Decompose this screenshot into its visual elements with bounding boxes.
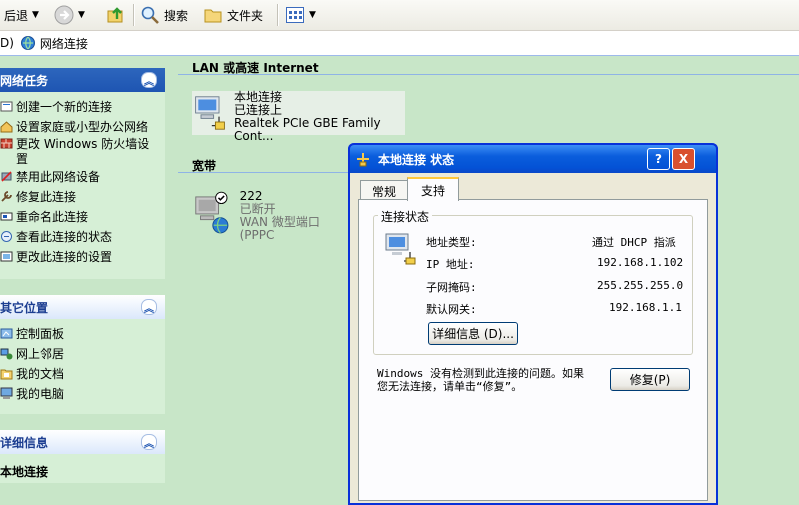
new-connection-icon (0, 101, 13, 111)
repair-button[interactable]: 修复(P) (610, 368, 690, 391)
up-folder-icon (107, 7, 123, 23)
subnet-mask-value: 255.255.255.0 (597, 279, 684, 292)
task-setup-home-network[interactable]: 设置家庭或小型办公网络 (0, 116, 165, 136)
tab-support[interactable]: 支持 (407, 177, 459, 201)
disable-device-icon (1, 170, 12, 182)
network-connections-icon (20, 36, 35, 50)
views-grid-icon (286, 7, 304, 23)
other-places-header[interactable]: 其它位置 ︽ (0, 295, 165, 319)
task-view-status[interactable]: 查看此连接的状态 (0, 226, 165, 246)
connection-status-dialog: 本地连接 状态 ? X 常规 支持 连接状态 地址类型: 通过 DHCP 指派 … (348, 143, 718, 505)
connection-status-group: 连接状态 地址类型: 通过 DHCP 指派 IP 地址: 192.168.1.1… (373, 208, 693, 355)
network-tasks-pane: 网络任务 ︽ 创建一个新的连接 设置家庭或小型办公网络 更改 Windows 防… (0, 68, 165, 279)
subnet-mask-label: 子网掩码: (426, 281, 477, 294)
help-button[interactable]: ? (647, 148, 670, 170)
task-disable-device[interactable]: 禁用此网络设备 (0, 166, 165, 186)
connection-status-icon (385, 233, 416, 265)
default-gateway-label: 默认网关: (426, 303, 477, 316)
address-path: 网络连接 (39, 36, 88, 51)
repair-message-line2: 您无法连接，请单击“修复”。 (377, 380, 523, 393)
place-control-panel[interactable]: 控制面板 (0, 323, 165, 343)
tab-general[interactable]: 常规 (360, 180, 408, 201)
forward-button[interactable]: ▼ (54, 3, 85, 27)
folder-icon (204, 9, 222, 23)
back-button[interactable]: 后退 ▼ (4, 3, 39, 27)
search-icon (141, 6, 159, 24)
dialog-title-bar[interactable]: 本地连接 状态 ? X (348, 143, 718, 173)
details-item: 本地连接 (0, 465, 49, 479)
collapse-chevron-icon[interactable]: ︽ (141, 72, 157, 88)
task-rename-connection[interactable]: 重命名此连接 (0, 206, 165, 226)
control-panel-icon (0, 328, 13, 338)
views-button[interactable]: ▼ (285, 3, 316, 27)
back-label: 后退 (4, 8, 29, 23)
address-label-fragment: D) (0, 36, 14, 50)
folders-button[interactable]: 文件夹 (203, 3, 263, 27)
place-my-computer[interactable]: 我的电脑 (0, 383, 165, 403)
collapse-chevron-icon[interactable]: ︽ (141, 434, 157, 450)
details-button[interactable]: 详细信息 (D)... (428, 322, 518, 345)
other-places-pane: 其它位置 ︽ 控制面板 网上邻居 我的文档 我的电脑 (0, 295, 165, 414)
broadband-connection-device: WAN 微型端口 (PPPC (239, 215, 320, 242)
details-header[interactable]: 详细信息 ︽ (0, 430, 165, 454)
section-divider (178, 172, 348, 173)
up-folder-button[interactable] (106, 3, 126, 27)
forward-dropdown-icon[interactable]: ▼ (78, 10, 85, 20)
default-gateway-value: 192.168.1.1 (609, 301, 682, 314)
task-change-firewall[interactable]: 更改 Windows 防火墙设 (0, 136, 165, 151)
search-label: 搜索 (164, 8, 189, 23)
my-computer-icon (0, 387, 13, 399)
broadband-connection-icon (195, 191, 229, 234)
ip-address-value: 192.168.1.102 (597, 256, 684, 269)
task-create-connection[interactable]: 创建一个新的连接 (0, 96, 165, 116)
dialog-title: 本地连接 状态 (378, 152, 455, 167)
address-bar[interactable]: D) 网络连接 (0, 31, 799, 56)
task-change-settings[interactable]: 更改此连接的设置 (0, 246, 165, 266)
address-type-value: 通过 DHCP 指派 (592, 236, 676, 249)
address-type-label: 地址类型: (426, 236, 477, 249)
folders-label: 文件夹 (227, 8, 264, 23)
details-pane: 详细信息 ︽ 本地连接 (0, 430, 165, 483)
back-dropdown-icon[interactable]: ▼ (32, 10, 39, 20)
collapse-chevron-icon[interactable]: ︽ (141, 299, 157, 315)
firewall-icon (0, 138, 13, 149)
network-tasks-header[interactable]: 网络任务 ︽ (0, 68, 165, 92)
home-network-icon (0, 120, 13, 132)
other-places-title: 其它位置 (0, 300, 49, 315)
support-tab-page: 连接状态 地址类型: 通过 DHCP 指派 IP 地址: 192.168.1.1… (358, 199, 708, 501)
dialog-network-icon (357, 153, 369, 167)
broadband-connection-item[interactable]: 222 已断开 WAN 微型端口 (PPPC (192, 190, 352, 242)
forward-arrow-icon (54, 5, 74, 25)
settings-icon (0, 251, 13, 261)
toolbar: 后退 ▼ ▼ 搜索 文件夹 ▼ (0, 0, 799, 31)
network-tasks-title: 网络任务 (0, 73, 49, 88)
my-documents-icon (0, 369, 13, 379)
views-dropdown-icon[interactable]: ▼ (309, 10, 316, 20)
task-repair-connection[interactable]: 修复此连接 (0, 186, 165, 206)
section-divider (178, 74, 799, 75)
search-button[interactable]: 搜索 (140, 3, 188, 27)
repair-wrench-icon (1, 190, 12, 202)
lan-connection-icon (195, 96, 225, 130)
local-connection-device: Realtek PCIe GBE Family Cont... (234, 116, 381, 143)
toolbar-separator (133, 4, 135, 26)
close-button[interactable]: X (672, 148, 695, 170)
group-title: 连接状态 (378, 208, 433, 225)
details-title: 详细信息 (0, 435, 49, 450)
rename-icon (0, 212, 13, 220)
toolbar-separator (277, 4, 279, 26)
repair-message-line1: Windows 没有检测到此连接的问题。如果 (377, 367, 584, 380)
local-connection-item[interactable]: 本地连接 已连接上 Realtek PCIe GBE Family Cont..… (192, 91, 405, 143)
ip-address-label: IP 地址: (426, 258, 475, 271)
network-places-icon (0, 348, 13, 359)
place-network-neighborhood[interactable]: 网上邻居 (0, 343, 165, 363)
status-icon (1, 230, 12, 242)
task-change-firewall-cont[interactable]: 置 (0, 151, 165, 166)
place-my-documents[interactable]: 我的文档 (0, 363, 165, 383)
